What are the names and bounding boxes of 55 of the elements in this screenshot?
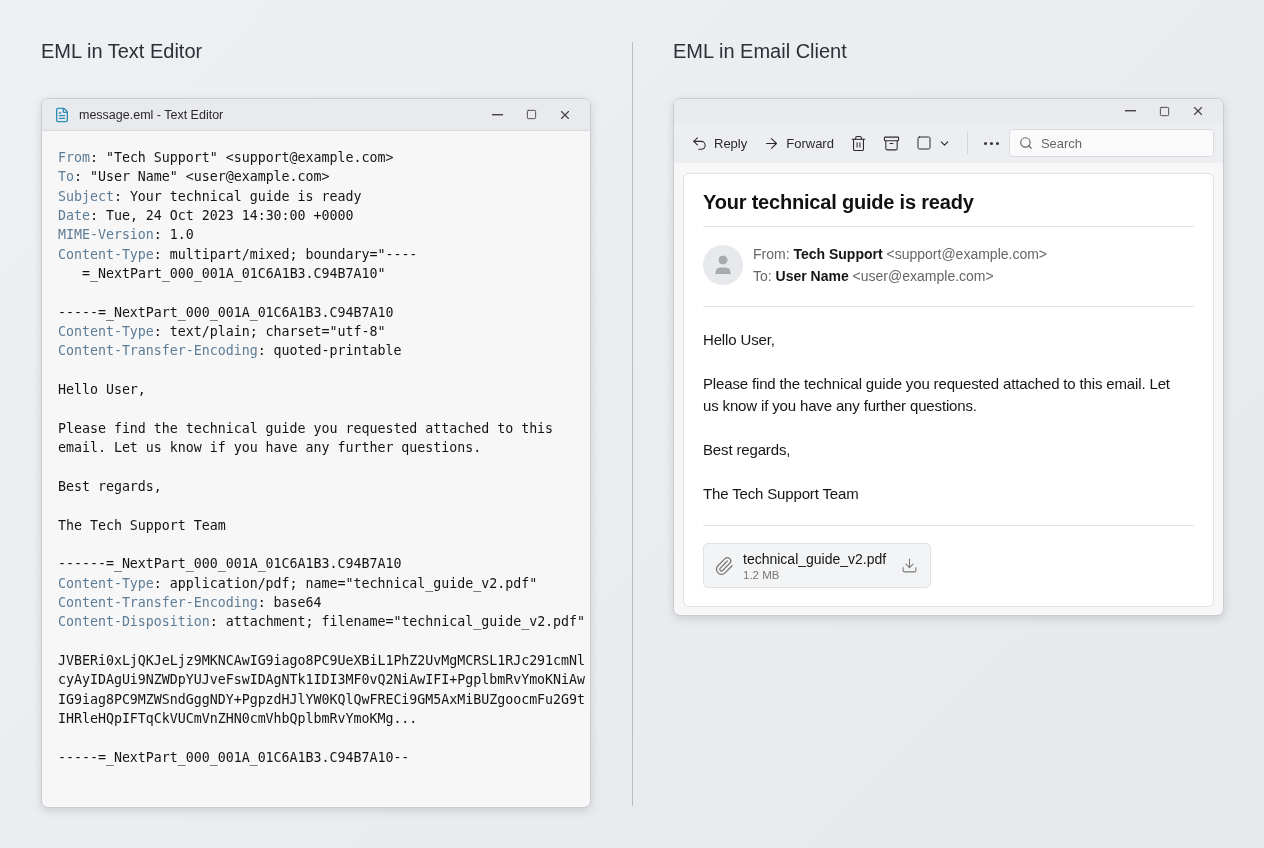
close-icon: [1191, 104, 1205, 118]
code-line: JVBERi0xLjQKJeLjz9MKNCAwIG9iago8PC9UeXBiL1PhZ2UvMgMCRSL1RJc291cmNl: [58, 651, 587, 670]
reply-button[interactable]: Reply: [685, 130, 754, 156]
attachment-chip[interactable]: technical_guide_v2.pdf 1.2 MB: [703, 543, 931, 588]
code-line: MIME-Version: 1.0: [58, 226, 195, 245]
body-paragraph: Hello User,: [703, 330, 776, 350]
code-line: -----=_NextPart_000_001A_01C6A1B3.C94B7A10: [58, 303, 395, 323]
panel-heading: EML in Email Client: [673, 39, 848, 64]
code-line: From: "Tech Support" <support@example.com>: [58, 149, 395, 167]
maximize-icon: [1158, 105, 1170, 117]
code-line: IHRleHQpIFTqCkVUCmVnZHN0cmVhbQplbmRvYmoKMg...: [58, 709, 419, 728]
email-subject: Your technical guide is ready: [703, 191, 1194, 227]
code-line: Content-Disposition: attachment; filename="technical_guide_v2.pdf": [58, 613, 587, 632]
document-icon: [54, 106, 70, 123]
minimize-icon: [491, 113, 503, 116]
body-paragraph: The Tech Support Team: [703, 484, 860, 504]
attachment-size: 1.2 MB: [743, 568, 781, 581]
code-line: Content-Type: multipart/mixed; boundary="----: [58, 245, 419, 264]
code-line: -----=_NextPart_000_001A_01C6A1B3.C94B7A10--: [58, 748, 411, 767]
code-line: The Tech Support Team: [58, 516, 227, 535]
code-line: ------=_NextPart_000_001A_01C6A1B3.C94B7A10: [58, 555, 403, 574]
code-line: =_NextPart_000_001A_01C6A1B3.C94B7A10": [81, 265, 387, 284]
code-line: email. Let us know if you have any further questions.: [58, 439, 483, 458]
forward-button[interactable]: Forward: [757, 130, 840, 156]
attachment-name: technical_guide_v2.pdf: [743, 550, 888, 567]
to-line: To: User Name <user@example.com>: [753, 267, 995, 286]
avatar-icon: [703, 245, 743, 285]
panel-heading: EML in Text Editor: [41, 39, 204, 64]
trash-icon: [849, 134, 867, 152]
minimize-icon: [1124, 110, 1136, 112]
code-line: Content-Type: application/pdf; name="technical_guide_v2.pdf": [58, 574, 539, 593]
search-field[interactable]: Search: [1008, 129, 1214, 157]
maximize-icon: [525, 109, 537, 120]
from-line: From: Tech Support <support@example.com>: [753, 245, 1048, 264]
code-line: Content-Type: text/plain; charset="utf-8": [58, 323, 387, 342]
more-icon: [983, 141, 999, 145]
code-line: Please find the technical guide you requested attached to this: [58, 419, 555, 438]
code-line: cyAyIDAgUi9NZWDpYUJveFswIDAgNTk1IDI3MF0vQ2NiAwIFI+PgplbmRvYmoKNiAw: [58, 671, 587, 690]
curved-arrow-icon: [691, 134, 708, 152]
code-line: Best regards,: [58, 477, 163, 496]
code-line: IG9iag8PC9MZWSndGggNDY+PgpzdHJlYW0KQlQwFRECi9GM5AxMiBUZgoocmFu2G9t: [58, 690, 587, 709]
code-line: Date: Tue, 24 Oct 2023 14:30:00 +0000: [58, 207, 355, 226]
download-icon[interactable]: [901, 557, 918, 574]
square-icon: [915, 135, 932, 151]
archive-icon: [882, 134, 900, 152]
code-line: Content-Transfer-Encoding: quoted-printable: [58, 342, 403, 361]
search-icon: [1018, 136, 1033, 150]
code-line: Hello User,: [58, 381, 147, 400]
window-title: message.eml - Text Editor: [79, 107, 225, 122]
paperclip-icon: [714, 555, 734, 576]
body-paragraph: Please find the technical guide you requested attached to this email. Let us know if you have any further questions.: [703, 374, 1171, 416]
body-paragraph: Best regards,: [703, 440, 792, 460]
code-line: Subject: Your technical guide is ready: [58, 187, 363, 206]
code-line: To: "User Name" <user@example.com>: [58, 168, 331, 187]
code-line: Content-Transfer-Encoding: base64: [58, 593, 323, 612]
